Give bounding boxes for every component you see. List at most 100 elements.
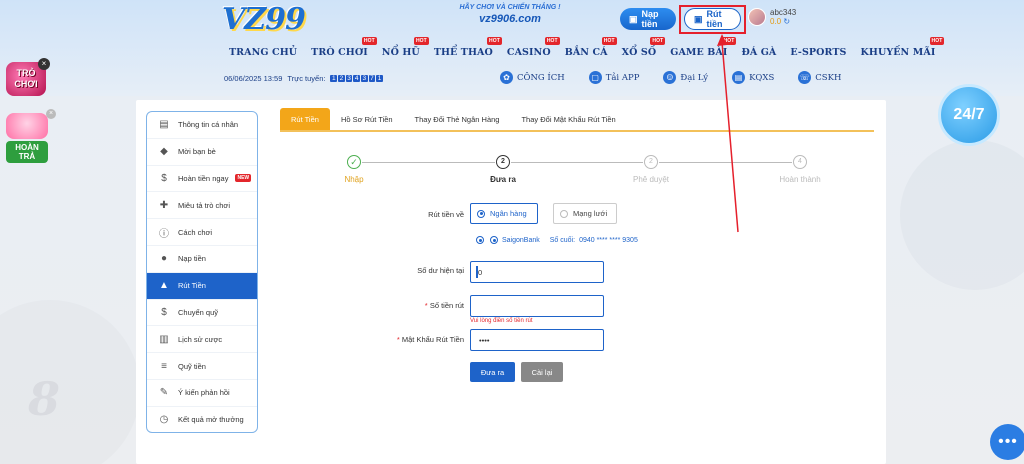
online-label: Trực tuyến: (287, 74, 326, 83)
nav-item[interactable]: NỔ HŨ HOT (375, 37, 429, 58)
step-number: 4 (793, 155, 807, 169)
online-counter: 1234371 (330, 75, 383, 82)
amount-error: Vui lòng điền số tiền rút (470, 318, 533, 324)
step-number: 2 (496, 155, 510, 169)
nav-item[interactable]: CASINO HOT (500, 37, 560, 58)
tab[interactable]: Thay Đổi Mật Khẩu Rút Tiền (510, 108, 626, 130)
step-number: 2 (644, 155, 658, 169)
site-header: VZ99 HÃY CHƠI VÀ CHIẾN THẮNG ! vz9906.co… (0, 0, 1024, 96)
background-decoration: 8 (28, 372, 61, 426)
radio-icon (490, 236, 498, 244)
site-logo[interactable]: VZ99 (222, 2, 306, 37)
withdraw-to-label: Rút tiền về (428, 210, 464, 219)
tab[interactable]: Thay Đổi Thẻ Ngân Hàng (404, 108, 511, 130)
balance-field[interactable]: 0 (470, 261, 604, 283)
nav-item[interactable]: TRANG CHỦ (222, 47, 304, 58)
radio-icon (476, 236, 484, 244)
close-icon[interactable]: × (46, 109, 56, 119)
sidebar-item[interactable]: ● Nạp tiền (147, 246, 257, 273)
last-digits-label: Số cuối: (549, 236, 576, 244)
sidebar-item[interactable]: $ Chuyển quỹ (147, 300, 257, 327)
sidebar-item-label: Lịch sử cược (178, 334, 223, 344)
sidebar-item[interactable]: ▲ Rút Tiền (147, 272, 257, 300)
sidebar-item-label: Ý kiến phản hồi (178, 388, 230, 398)
step-label: Hoàn thành (779, 175, 821, 184)
deposit-button[interactable]: ▣ Nạp tiền (620, 8, 676, 30)
hot-badge: HOT (487, 37, 502, 45)
nav-item[interactable]: TRÒ CHƠI HOT (304, 37, 377, 58)
sidebar-item[interactable]: ▤ Thông tin cá nhân (147, 112, 257, 139)
quick-link[interactable]: ✿ CÔNG ÍCH (488, 71, 577, 84)
submit-button[interactable]: Đưa ra (470, 362, 515, 382)
close-icon[interactable]: × (38, 58, 50, 70)
username: abc343 (770, 8, 797, 17)
nav-item[interactable]: THỂ THAO HOT (427, 37, 502, 58)
tab[interactable]: Hồ Sơ Rút Tiền (330, 108, 404, 130)
datetime: 06/06/2025 13:59 (224, 74, 283, 83)
support-24-7-button[interactable]: 24/7 (938, 84, 1000, 146)
hot-badge: HOT (601, 37, 617, 45)
amount-input[interactable] (470, 295, 604, 317)
sidebar-item-label: Cách chơi (178, 227, 213, 237)
withdraw-password-input[interactable]: •••• (470, 329, 604, 351)
hot-badge: HOT (650, 37, 666, 45)
reset-button[interactable]: Cài lại (521, 362, 563, 382)
app-download-icon: ▢ (588, 71, 602, 84)
piggy-bank-icon: ● (160, 253, 168, 265)
sidebar-item-label: Hoàn tiền ngay (178, 173, 229, 183)
sidebar-item-label: Rút Tiền (178, 281, 206, 291)
promo-refund-image[interactable] (6, 113, 48, 139)
sidebar-item[interactable]: ◷ Kết quả mở thưởng (147, 407, 257, 432)
feedback-icon: ✎ (159, 387, 169, 399)
cashback-icon: $ (161, 172, 167, 184)
step: ✓ Nhập (324, 155, 384, 184)
slogan-text: HÃY CHƠI VÀ CHIẾN THẮNG ! (459, 4, 561, 11)
nav-item[interactable]: GAME BÀI HOT (663, 37, 737, 58)
new-badge: NEW (235, 174, 252, 183)
sidebar-item[interactable]: ◆ Mời bạn bè (147, 139, 257, 166)
nav-item[interactable]: XỔ SỐ HOT (615, 37, 666, 58)
nav-item[interactable]: E-SPORTS (783, 47, 853, 58)
nav-item[interactable]: BẮN CÁ HOT (558, 37, 617, 58)
method-network-option[interactable]: Mạng lưới (553, 203, 617, 224)
refresh-icon: ↻ (783, 17, 791, 26)
sidebar-item[interactable]: $ Hoàn tiền ngay NEW (147, 166, 257, 193)
hot-badge: HOT (361, 37, 377, 45)
deposit-button-label: Nạp tiền (641, 9, 659, 29)
nav-item[interactable]: KHUYẾN MÃI HOT (854, 37, 945, 58)
promo-games-float[interactable]: TRÒ CHƠI × (6, 58, 50, 96)
account-number: 0940 **** **** 9305 (579, 236, 638, 244)
online-digit: 2 (338, 75, 345, 82)
sidebar-item-label: Chuyển quỹ (178, 307, 219, 317)
sidebar-item[interactable]: ✎ Ý kiến phản hồi (147, 380, 257, 407)
avatar[interactable] (748, 8, 766, 26)
online-digit: 7 (368, 75, 376, 82)
user-balance: 0.0 ↻ (770, 17, 791, 26)
hot-badge: HOT (929, 37, 945, 45)
withdraw-tabs: Rút Tiền Hồ Sơ Rút Tiền Thay Đổi Thẻ Ngân … (280, 108, 874, 132)
step: 2 Đưa ra (473, 155, 533, 184)
sidebar-item-label: Mời bạn bè (178, 147, 216, 157)
nav-item[interactable]: ĐÁ GÀ (734, 47, 783, 58)
sidebar-item[interactable]: ≡ Quỹ tiền (147, 353, 257, 380)
user-info[interactable]: abc343 0.0 ↻ (748, 8, 796, 26)
online-digit: 4 (353, 75, 360, 82)
profile-card-icon: ▤ (159, 119, 169, 131)
online-digit: 3 (360, 75, 368, 82)
chat-button[interactable]: ••• (990, 424, 1024, 460)
charity-icon: ✿ (500, 71, 513, 84)
promo-refund-float[interactable]: HOÀN TRẢ × (6, 109, 56, 163)
bank-account-option[interactable]: SaigonBank Số cuối: 0940 **** **** 9305 (476, 236, 638, 244)
slogan-domain: vz9906.com (479, 13, 541, 25)
sidebar-item[interactable]: ✚ Miêu tả trò chơi (147, 192, 257, 220)
transfer-icon: $ (161, 306, 167, 318)
sidebar-item[interactable]: ⓘ Cách chơi (147, 219, 257, 246)
quick-link[interactable]: ▤ KQXS (720, 71, 786, 84)
method-bank-option[interactable]: Ngân hàng (470, 203, 538, 224)
annotation-highlight-box (679, 5, 746, 34)
quick-link[interactable]: ▢ Tải APP (577, 71, 652, 84)
quick-link[interactable]: ☏ CSKH (786, 71, 853, 84)
sidebar-item[interactable]: ▥ Lịch sử cược (147, 326, 257, 354)
tab[interactable]: Rút Tiền (280, 108, 330, 130)
quick-link[interactable]: ☺ Đại Lý (651, 71, 720, 84)
